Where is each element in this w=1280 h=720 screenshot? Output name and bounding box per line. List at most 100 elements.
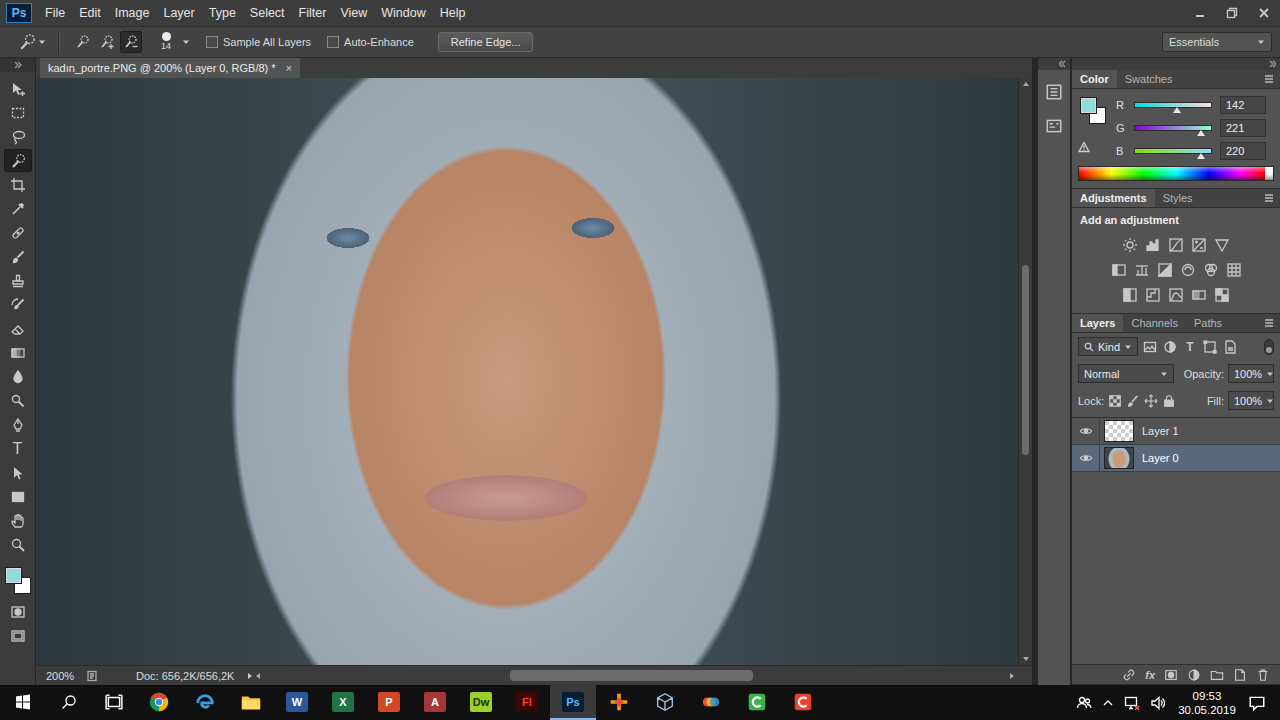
tool-button[interactable]: [4, 149, 32, 172]
tool-button[interactable]: T: [4, 437, 32, 460]
panel-tab[interactable]: Channels: [1123, 314, 1185, 332]
smart-object-filter-icon[interactable]: [1222, 339, 1238, 355]
task-view-button[interactable]: [92, 685, 136, 720]
layer-name[interactable]: Layer 0: [1142, 452, 1179, 464]
tool-button[interactable]: [4, 389, 32, 412]
adjustment-icon[interactable]: [1157, 262, 1173, 278]
taskbar-app[interactable]: [734, 685, 780, 720]
vertical-scrollbar[interactable]: [1018, 78, 1032, 665]
option-checkbox[interactable]: Sample All Layers: [206, 36, 311, 48]
zoom-level[interactable]: 200%: [36, 670, 86, 682]
panel-tab[interactable]: Swatches: [1117, 70, 1181, 88]
type-filter-icon[interactable]: T: [1182, 340, 1198, 354]
minimize-button[interactable]: [1184, 2, 1216, 24]
tool-button[interactable]: [4, 101, 32, 124]
panel-menu-button[interactable]: [1264, 70, 1280, 88]
menu-item[interactable]: Select: [243, 0, 292, 26]
taskbar-app[interactable]: [688, 685, 734, 720]
people-icon[interactable]: [1076, 695, 1092, 711]
screen-mode-button[interactable]: [4, 624, 32, 647]
app-logo[interactable]: Ps: [6, 3, 32, 23]
channel-slider[interactable]: [1134, 125, 1212, 131]
option-checkbox[interactable]: Auto-Enhance: [327, 36, 414, 48]
adjustment-icon[interactable]: [1191, 237, 1207, 253]
panel-tab[interactable]: Paths: [1186, 314, 1230, 332]
adjustment-icon[interactable]: [1145, 287, 1161, 303]
filter-toggle[interactable]: [1264, 339, 1274, 355]
taskbar-app[interactable]: [596, 685, 642, 720]
adjustment-icon[interactable]: [1168, 237, 1184, 253]
selection-mode-button[interactable]: [72, 31, 94, 53]
status-menu-icon[interactable]: [246, 672, 254, 680]
adjustment-icon[interactable]: [1214, 287, 1230, 303]
layer-mask-icon[interactable]: [1164, 668, 1178, 682]
layer-row[interactable]: Layer 0: [1072, 445, 1280, 472]
quick-mask-button[interactable]: [4, 600, 32, 623]
photo-canvas[interactable]: [36, 78, 1018, 665]
workspace-select[interactable]: Essentials: [1162, 32, 1272, 52]
menu-item[interactable]: View: [333, 0, 374, 26]
tool-button[interactable]: [4, 485, 32, 508]
taskbar-app[interactable]: [136, 685, 182, 720]
close-window-button[interactable]: [1248, 2, 1280, 24]
adjustment-icon[interactable]: [1168, 287, 1184, 303]
fill-field[interactable]: 100%: [1228, 391, 1274, 410]
adjustment-icon[interactable]: [1122, 237, 1138, 253]
link-icon[interactable]: [1122, 668, 1136, 682]
lock-transparency-icon[interactable]: [1108, 394, 1122, 408]
lock-all-icon[interactable]: [1162, 394, 1176, 408]
search-button[interactable]: [46, 685, 92, 720]
shape-filter-icon[interactable]: [1202, 339, 1218, 355]
selection-mode-button[interactable]: [96, 31, 118, 53]
taskbar-app[interactable]: P: [366, 685, 412, 720]
properties-panel-button[interactable]: [1042, 114, 1066, 138]
filter-kind-select[interactable]: Kind: [1078, 337, 1138, 356]
pixel-filter-icon[interactable]: [1142, 339, 1158, 355]
tab-close-button[interactable]: ×: [286, 62, 292, 74]
channel-value[interactable]: 220: [1220, 142, 1266, 160]
show-hidden-icon[interactable]: [1102, 697, 1114, 709]
adjustment-icon[interactable]: [1203, 262, 1219, 278]
dock-grip[interactable]: [1038, 58, 1070, 70]
menu-item[interactable]: Layer: [156, 0, 201, 26]
taskbar-app[interactable]: A: [412, 685, 458, 720]
panel-tab[interactable]: Styles: [1155, 189, 1201, 207]
document-tab[interactable]: kadın_portre.PNG @ 200% (Layer 0, RGB/8)…: [40, 58, 300, 78]
opacity-field[interactable]: 100%: [1228, 364, 1274, 383]
taskbar-app[interactable]: [228, 685, 274, 720]
adjustment-icon[interactable]: [1214, 237, 1230, 253]
channel-value[interactable]: 142: [1220, 96, 1266, 114]
taskbar-app[interactable]: Fl: [504, 685, 550, 720]
visibility-toggle[interactable]: [1072, 418, 1100, 444]
tool-button[interactable]: [4, 77, 32, 100]
panel-tab[interactable]: Color: [1072, 70, 1117, 88]
tool-button[interactable]: [4, 413, 32, 436]
tool-button[interactable]: [4, 365, 32, 388]
volume-icon[interactable]: [1150, 695, 1166, 711]
foreground-swatch[interactable]: [5, 567, 22, 584]
checkbox[interactable]: [206, 36, 218, 48]
tool-button[interactable]: [4, 317, 32, 340]
lock-pixels-icon[interactable]: [1126, 394, 1140, 408]
adjustment-icon[interactable]: [1134, 262, 1150, 278]
adjustment-icon[interactable]: [1145, 237, 1161, 253]
visibility-toggle[interactable]: [1072, 445, 1100, 471]
taskbar-app[interactable]: X: [320, 685, 366, 720]
layer-style-button[interactable]: fx: [1145, 669, 1155, 681]
new-group-icon[interactable]: [1210, 668, 1224, 682]
menu-item[interactable]: Type: [202, 0, 243, 26]
menu-item[interactable]: Filter: [292, 0, 334, 26]
new-layer-icon[interactable]: [1233, 668, 1247, 682]
adjustment-icon[interactable]: [1180, 262, 1196, 278]
lock-position-icon[interactable]: [1144, 394, 1158, 408]
layer-name[interactable]: Layer 1: [1142, 425, 1179, 437]
tool-button[interactable]: [4, 293, 32, 316]
slider-marker[interactable]: [1197, 130, 1205, 136]
panel-menu-button[interactable]: [1264, 314, 1280, 332]
blend-mode-select[interactable]: Normal: [1078, 364, 1174, 383]
panels-grip[interactable]: [1072, 58, 1280, 70]
clock[interactable]: 09:5330.05.2019: [1176, 689, 1238, 717]
adjustment-icon[interactable]: [1111, 262, 1127, 278]
start-button[interactable]: [0, 685, 46, 720]
taskbar-app[interactable]: Dw: [458, 685, 504, 720]
